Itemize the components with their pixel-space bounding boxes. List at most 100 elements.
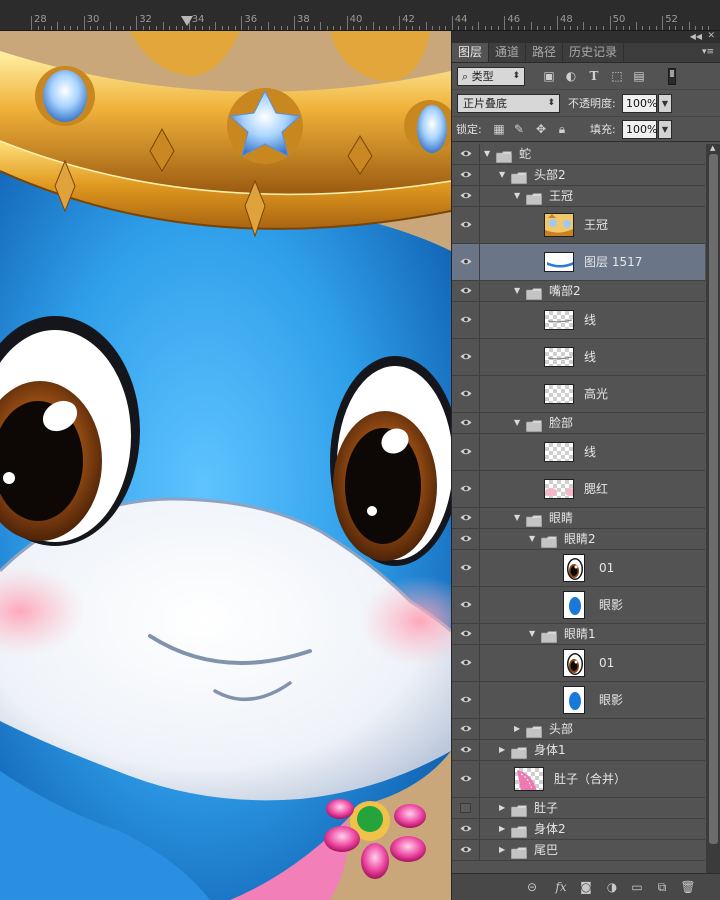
visibility-toggle[interactable]	[452, 624, 480, 644]
visibility-toggle[interactable]	[452, 186, 480, 206]
visibility-toggle[interactable]	[452, 339, 480, 375]
layer-group-row[interactable]: ▼ 眼睛1	[452, 624, 705, 645]
image-filter-icon[interactable]: ▣	[542, 69, 556, 83]
tab-channels[interactable]: 通道	[489, 43, 527, 62]
visibility-toggle[interactable]	[452, 413, 480, 433]
visibility-toggle[interactable]	[452, 144, 480, 164]
ruler-minor-tick	[510, 26, 512, 30]
lock-all-icon[interactable]: 🔒︎	[555, 121, 569, 137]
visibility-toggle[interactable]	[452, 207, 480, 243]
collapse-right-icon[interactable]: ▶	[499, 845, 505, 855]
ruler-minor-tick	[280, 26, 282, 30]
type-filter-icon[interactable]: T	[587, 69, 601, 83]
layer-group-row[interactable]: ▼ 王冠	[452, 186, 705, 207]
close-panel-icon[interactable]: ✕	[707, 31, 715, 41]
collapse-panel-icon[interactable]: ◀◀	[690, 32, 702, 42]
layer-group-row[interactable]: ▶ 头部	[452, 719, 705, 740]
fill-input[interactable]: 100%	[622, 120, 657, 139]
opacity-dropdown[interactable]: ▼	[658, 94, 672, 113]
lock-transparent-icon[interactable]: ▦	[492, 121, 506, 137]
layer-group-row[interactable]: ▼ 眼睛	[452, 508, 705, 529]
visibility-toggle[interactable]	[452, 587, 480, 623]
tab-history[interactable]: 历史记录	[563, 43, 625, 62]
fill-dropdown[interactable]: ▼	[658, 120, 672, 139]
visibility-toggle[interactable]	[452, 645, 480, 681]
layer-group-row[interactable]: ▼ 脸部	[452, 413, 705, 434]
layer-group-row[interactable]: ▼ 眼睛2	[452, 529, 705, 550]
scroll-up-icon[interactable]: ▲	[710, 144, 715, 152]
visibility-toggle[interactable]	[452, 819, 480, 839]
visibility-toggle[interactable]	[452, 761, 480, 797]
visibility-toggle[interactable]	[452, 508, 480, 528]
delete-layer-icon[interactable]: 🗑︎	[680, 880, 696, 894]
layer-row[interactable]: 眼影	[452, 682, 705, 719]
smart-object-filter-icon[interactable]: ▤	[632, 69, 646, 83]
visibility-toggle[interactable]	[452, 244, 480, 280]
filter-kind-select[interactable]: ⌕ 类型 ⬍	[457, 67, 525, 86]
link-layers-icon[interactable]: ⊝	[524, 880, 540, 894]
visibility-toggle[interactable]	[452, 434, 480, 470]
layer-group-row[interactable]: ▼ 嘴部2	[452, 281, 705, 302]
new-layer-icon[interactable]: ⧉	[654, 880, 670, 894]
layer-row[interactable]: 线	[452, 434, 705, 471]
adjustment-filter-icon[interactable]: ◐	[564, 69, 578, 83]
layer-row[interactable]: 01	[452, 550, 705, 587]
visibility-toggle[interactable]	[452, 740, 480, 760]
opacity-input[interactable]: 100%	[622, 94, 657, 113]
layer-group-row[interactable]: ▶ 尾巴	[452, 840, 705, 861]
layer-row[interactable]: 眼影	[452, 587, 705, 624]
expand-down-icon[interactable]: ▼	[499, 170, 505, 180]
blend-mode-select[interactable]: 正片叠底 ⬍	[457, 94, 560, 113]
visibility-toggle[interactable]	[452, 165, 480, 185]
visibility-toggle[interactable]	[452, 529, 480, 549]
tab-layers[interactable]: 图层	[452, 43, 490, 62]
visibility-toggle[interactable]	[452, 840, 480, 860]
expand-down-icon[interactable]: ▼	[529, 629, 535, 639]
layer-row[interactable]: 肚子（合并）	[452, 761, 705, 798]
layer-group-row[interactable]: ▶ 身体2	[452, 819, 705, 840]
layer-group-row[interactable]: ▼ 蛇	[452, 144, 705, 165]
add-layer-style-fx[interactable]: fx	[553, 880, 569, 894]
add-mask-icon[interactable]: ◙	[578, 880, 594, 894]
visibility-toggle[interactable]	[452, 302, 480, 338]
lock-pixels-brush-icon[interactable]: ✎	[512, 121, 526, 137]
document-canvas[interactable]	[0, 31, 451, 900]
layer-group-row[interactable]: ▶ 身体1	[452, 740, 705, 761]
shape-filter-icon[interactable]: ⬚	[610, 69, 624, 83]
visibility-toggle[interactable]	[452, 376, 480, 412]
visibility-toggle[interactable]	[452, 719, 480, 739]
layer-row[interactable]: 腮红	[452, 471, 705, 508]
collapse-right-icon[interactable]: ▶	[499, 824, 505, 834]
layer-row[interactable]: 高光	[452, 376, 705, 413]
collapse-right-icon[interactable]: ▶	[514, 724, 520, 734]
layer-row[interactable]: 线	[452, 302, 705, 339]
visibility-toggle[interactable]	[452, 281, 480, 301]
collapse-right-icon[interactable]: ▶	[499, 803, 505, 813]
visibility-toggle[interactable]	[452, 682, 480, 718]
visibility-toggle[interactable]	[452, 471, 480, 507]
layer-row[interactable]: 王冠	[452, 207, 705, 244]
collapse-right-icon[interactable]: ▶	[499, 745, 505, 755]
layer-group-row[interactable]: ▼ 头部2	[452, 165, 705, 186]
layer-row[interactable]: 图层 1517	[452, 244, 705, 281]
expand-down-icon[interactable]: ▼	[529, 534, 535, 544]
ruler-major-tick	[504, 16, 506, 30]
expand-down-icon[interactable]: ▼	[484, 149, 490, 159]
layer-group-row[interactable]: ▶ 肚子	[452, 798, 705, 819]
expand-down-icon[interactable]: ▼	[514, 513, 520, 523]
visibility-toggle[interactable]	[452, 798, 480, 818]
expand-down-icon[interactable]: ▼	[514, 191, 520, 201]
layer-list-scrollbar[interactable]: ▲	[706, 144, 720, 873]
filter-toggle[interactable]	[668, 68, 676, 85]
expand-down-icon[interactable]: ▼	[514, 418, 520, 428]
layer-row[interactable]: 01	[452, 645, 705, 682]
expand-down-icon[interactable]: ▼	[514, 286, 520, 296]
new-group-icon[interactable]: ▭	[629, 880, 645, 894]
lock-position-move-icon[interactable]: ✥	[534, 121, 548, 137]
panel-menu-icon[interactable]: ▾≡	[702, 47, 714, 57]
tab-paths[interactable]: 路径	[526, 43, 564, 62]
scrollbar-thumb[interactable]	[709, 154, 718, 844]
visibility-toggle[interactable]	[452, 550, 480, 586]
adjustment-layer-icon[interactable]: ◑	[604, 880, 620, 894]
layer-row[interactable]: 线	[452, 339, 705, 376]
